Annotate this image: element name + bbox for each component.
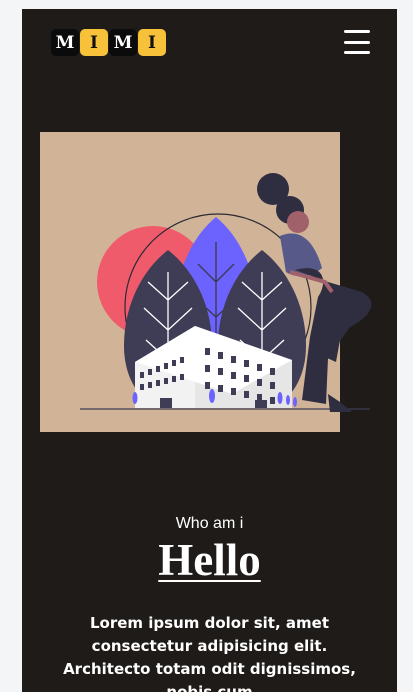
- logo-letter: I: [80, 29, 108, 56]
- hero-paragraph: Lorem ipsum dolor sit, amet consectetur …: [63, 614, 356, 692]
- logo-letter: M: [109, 29, 137, 56]
- hero-heading: Hello: [158, 535, 261, 585]
- header: M I M I: [22, 9, 397, 75]
- eyebrow-text: Who am i: [175, 515, 244, 532]
- hero-text: Who am i Hello Lorem ipsum dolor sit, am…: [22, 509, 397, 692]
- logo-letter: I: [138, 29, 166, 56]
- app-frame: M I M I Who am i Hello Lorem ipsum dolor…: [22, 9, 397, 692]
- site-logo[interactable]: M I M I: [51, 29, 167, 56]
- hamburger-line: [344, 30, 370, 33]
- hamburger-menu-icon[interactable]: [344, 30, 370, 54]
- logo-letter: M: [51, 29, 79, 56]
- hero-illustration: [40, 132, 372, 432]
- hamburger-line: [344, 51, 370, 54]
- hamburger-line: [344, 40, 370, 44]
